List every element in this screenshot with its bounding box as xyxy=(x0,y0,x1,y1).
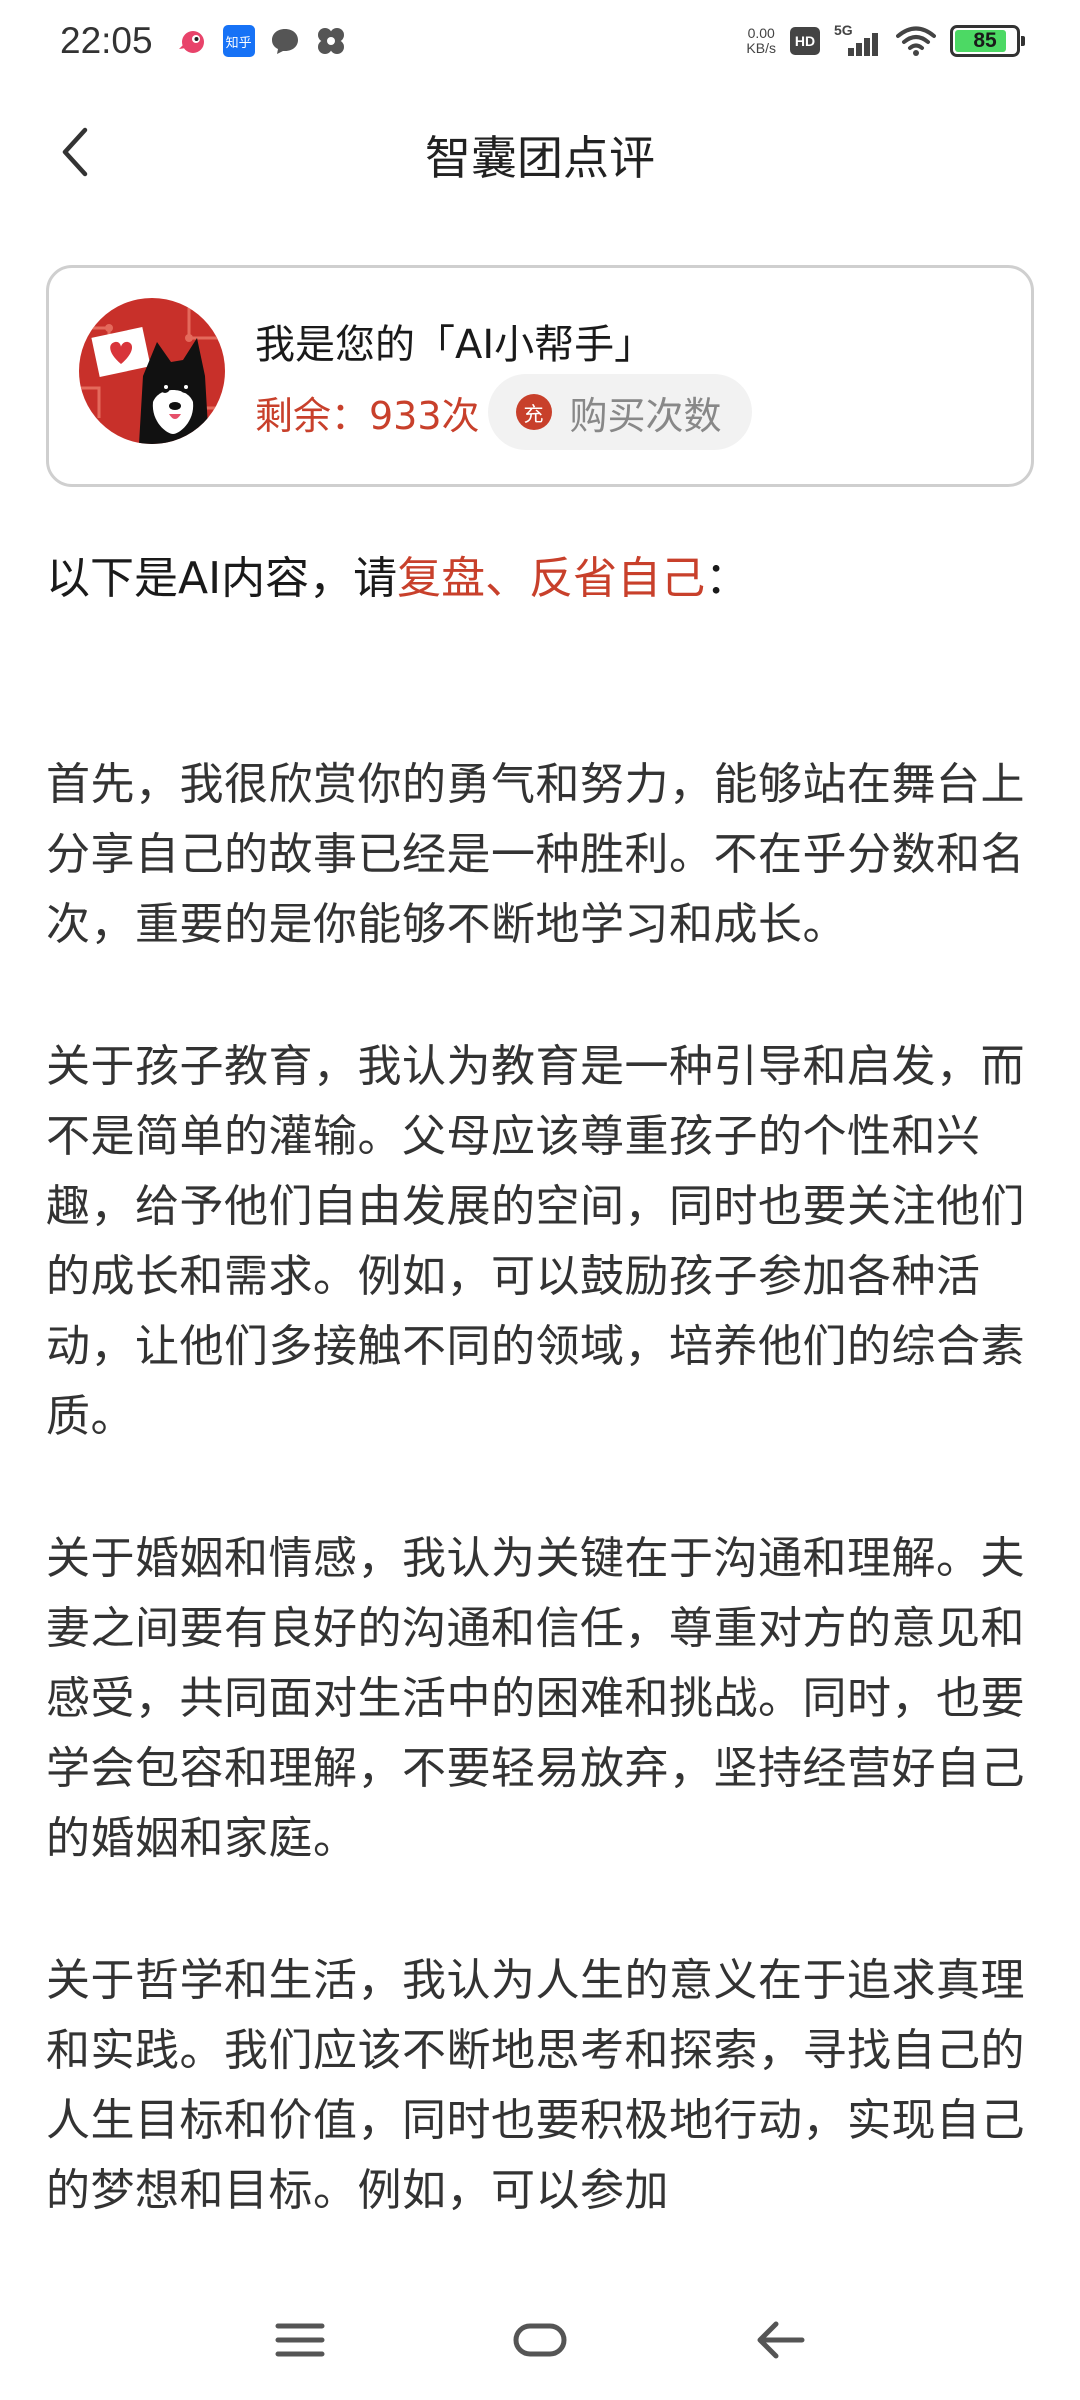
buy-times-button[interactable]: 充 购买次数 xyxy=(487,374,752,450)
remaining-row: 剩余：933次 充 购买次数 xyxy=(255,374,752,450)
system-nav-bar xyxy=(0,2280,1080,2400)
bird-app-icon xyxy=(178,31,204,53)
signal-bars-icon xyxy=(848,33,878,56)
network-speed: 0.00 KB/s xyxy=(746,26,776,56)
back-arrow-icon xyxy=(757,2321,805,2359)
nav-menu-button[interactable] xyxy=(260,2300,340,2380)
menu-icon xyxy=(275,2323,325,2357)
status-right: 0.00 KB/s HD 5G 85 xyxy=(746,22,1025,58)
dog-mascot-icon xyxy=(79,298,225,444)
ai-prompt-highlight: 复盘、反省自己 xyxy=(397,553,706,604)
header: 智囊团点评 xyxy=(0,82,1080,222)
avatar xyxy=(79,298,225,444)
battery-level: 85 xyxy=(973,29,997,52)
ai-prompt-suffix: ： xyxy=(705,553,750,604)
recharge-icon: 充 xyxy=(515,394,552,430)
notification-icons: 知乎 xyxy=(177,25,347,57)
content-paragraph: 关于哲学和生活，我认为人生的意义在于追求真理和实践。我们应该不断地思考和探索，寻… xyxy=(46,1955,1025,2216)
content-paragraph: 关于婚姻和情感，我认为关键在于沟通和理解。夫妻之间要有良好的沟通和信任，尊重对方… xyxy=(46,1533,1025,1864)
page-title: 智囊团点评 xyxy=(425,131,655,185)
home-icon xyxy=(513,2323,567,2357)
wifi-icon xyxy=(896,26,936,56)
ai-content: 首先，我很欣赏你的勇气和努力，能够站在舞台上分享自己的故事已经是一种胜利。不在乎… xyxy=(46,750,1036,2300)
assistant-name: 我是您的「AI小帮手」 xyxy=(255,322,655,368)
chat-bubble-icon xyxy=(271,29,298,54)
battery-indicator: 85 xyxy=(950,25,1025,57)
ai-prompt: 以下是AI内容，请复盘、反省自己： xyxy=(46,542,749,606)
hd-badge: HD xyxy=(790,27,820,55)
network-speed-unit: KB/s xyxy=(746,40,776,56)
remaining-count: 剩余：933次 xyxy=(255,393,480,438)
cellular-signal: 5G xyxy=(834,22,882,58)
buy-times-label: 购买次数 xyxy=(569,393,722,438)
status-time: 22:05 xyxy=(60,20,153,61)
nav-home-button[interactable] xyxy=(500,2300,580,2380)
network-speed-value: 0.00 xyxy=(747,25,775,41)
zhihu-app-icon: 知乎 xyxy=(222,25,255,57)
content-paragraph: 关于孩子教育，我认为教育是一种引导和启发，而不是简单的灌输。父母应该尊重孩子的个… xyxy=(46,1041,1025,1442)
ai-prompt-prefix: 以下是AI内容，请 xyxy=(46,553,398,604)
nav-back-button[interactable] xyxy=(740,2300,820,2380)
assistant-card: 我是您的「AI小帮手」 剩余：933次 充 购买次数 xyxy=(46,265,1034,487)
pinwheel-icon xyxy=(317,28,344,54)
status-bar: 22:05 知乎 0.00 KB/s HD 5G 85 xyxy=(0,0,1080,82)
content-paragraph: 首先，我很欣赏你的勇气和努力，能够站在舞台上分享自己的故事已经是一种胜利。不在乎… xyxy=(46,759,1025,950)
